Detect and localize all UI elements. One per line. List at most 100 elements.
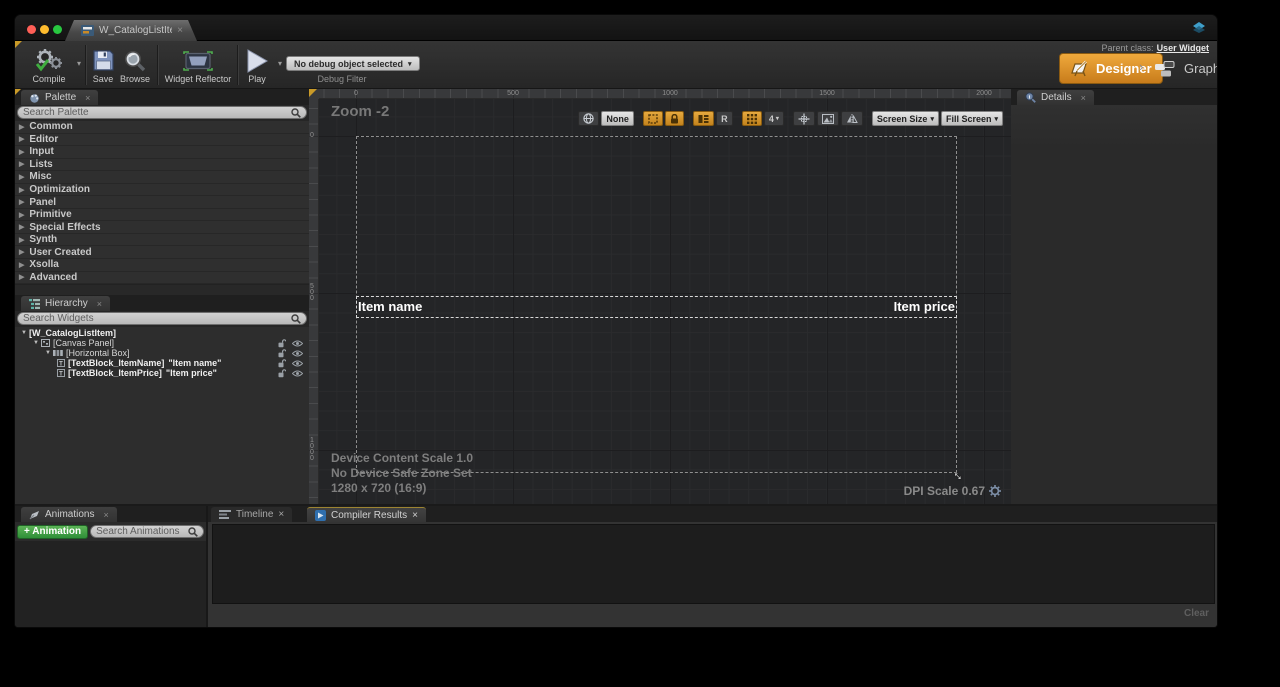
raw-edit-toggle-button[interactable]: R [716,111,733,126]
palette-tab-close-icon[interactable]: × [85,93,90,103]
details-tab-close-icon[interactable]: × [1081,93,1086,103]
palette-category[interactable]: ▶Special Effects [15,221,309,234]
transform-mode-button[interactable] [793,111,815,126]
details-tab[interactable]: i Details × [1017,90,1094,105]
palette-category[interactable]: ▶Panel [15,196,309,209]
fill-screen-dropdown[interactable]: Fill Screen▾ [941,111,1003,126]
palette-category[interactable]: ▶Advanced [15,272,309,285]
asset-tab[interactable]: W_CatalogListItem × [65,20,197,41]
expander-arrow-icon[interactable]: ▶ [19,173,24,181]
expander-arrow-icon[interactable]: ▶ [19,223,24,231]
zoom-window-button[interactable] [53,25,62,34]
item-price-textblock[interactable]: Item price [894,296,955,318]
expander-arrow-icon[interactable]: ▼ [33,340,39,346]
palette-category[interactable]: ▶Optimization [15,184,309,197]
respect-locks-button[interactable] [693,111,714,126]
hierarchy-tab-close-icon[interactable]: × [97,299,102,309]
mirror-flip-button[interactable] [841,111,863,126]
expander-arrow-icon[interactable]: ▶ [19,261,24,269]
expander-arrow-icon[interactable]: ▶ [19,160,24,168]
compiler-results-log[interactable] [212,524,1215,604]
palette-category[interactable]: ▶User Created [15,246,309,259]
play-button[interactable]: Play [241,47,273,84]
source-control-icon[interactable] [1193,22,1205,33]
dpi-settings-gear-icon[interactable] [989,485,1001,497]
flag-dropdown-button[interactable]: None [601,111,634,126]
palette-category[interactable]: ▶Misc [15,171,309,184]
compile-button[interactable]: Compile [23,47,75,84]
play-options-caret-icon[interactable]: ▾ [278,59,282,68]
designer-mode-button[interactable]: Designer [1059,53,1163,84]
design-viewport[interactable]: Zoom -2 Item name Item price Device Cont… [319,99,1011,504]
debug-object-dropdown[interactable]: No debug object selected ▾ [286,56,420,71]
item-name-textblock[interactable]: Item name [358,296,422,318]
grid-snap-toggle-button[interactable] [742,111,762,126]
palette-category[interactable]: ▶Xsolla [15,259,309,272]
expander-arrow-icon[interactable]: ▶ [19,148,24,156]
browse-button[interactable]: Browse [118,47,152,84]
clear-log-button[interactable]: Clear [1184,608,1209,619]
timeline-tab[interactable]: Timeline × [211,507,292,522]
preview-background-button[interactable] [817,111,839,126]
timeline-tab-close-icon[interactable]: × [278,509,284,520]
expander-arrow-icon[interactable]: ▶ [19,236,24,244]
graph-mode-button[interactable]: Graph [1151,55,1218,82]
localization-preview-button[interactable] [578,111,599,126]
animations-tab[interactable]: Animations × [21,507,117,522]
expander-arrow-icon[interactable]: ▶ [19,198,24,206]
expander-arrow-icon[interactable]: ▶ [19,123,24,131]
palette-category[interactable]: ▶Editor [15,134,309,147]
hierarchy-tree-row[interactable]: ▼[W_CatalogListItem] [15,328,309,338]
mode-separator-chevron-icon: › [1139,59,1143,74]
expander-arrow-icon[interactable]: ▼ [21,330,27,336]
svg-text:T: T [59,361,63,367]
screen-size-dropdown[interactable]: Screen Size▾ [872,111,939,126]
visibility-eye-icon[interactable] [292,340,303,347]
asset-tab-close-icon[interactable]: × [177,25,183,36]
palette-category[interactable]: ▶Primitive [15,209,309,222]
minimize-window-button[interactable] [40,25,49,34]
hierarchy-search-input[interactable]: Search Widgets [17,312,307,325]
palette-search-input[interactable]: Search Palette [17,106,307,119]
compiler-results-tab-close-icon[interactable]: × [412,510,418,521]
widget-reflector-button[interactable]: Widget Reflector [161,47,235,84]
compiler-results-tab[interactable]: Compiler Results × [307,507,426,522]
text-widget-icon: T [57,359,65,367]
parent-class-link[interactable]: User Widget [1157,43,1209,53]
hierarchy-tree-row[interactable]: ▼[Canvas Panel] [15,338,309,348]
palette-category[interactable]: ▶Common [15,121,309,134]
expander-arrow-icon[interactable]: ▼ [45,350,51,356]
lock-icon[interactable] [278,349,286,358]
expander-arrow-icon[interactable]: ▶ [19,273,24,281]
animations-tab-close-icon[interactable]: × [103,510,108,520]
expander-arrow-icon[interactable]: ▶ [19,186,24,194]
visibility-eye-icon[interactable] [292,370,303,377]
lock-widget-button[interactable] [665,111,684,126]
hierarchy-tree-row[interactable]: T[TextBlock_ItemName]"Item name" [15,358,309,368]
expander-arrow-icon[interactable]: ▶ [19,135,24,143]
lock-icon[interactable] [278,369,286,378]
lock-icon[interactable] [278,339,286,348]
visibility-eye-icon[interactable] [292,350,303,357]
palette-category[interactable]: ▶Lists [15,159,309,172]
horizontal-box-widget[interactable]: Item name Item price [356,296,957,318]
hierarchy-tree-row[interactable]: ▼[Horizontal Box] [15,348,309,358]
hierarchy-tree-row[interactable]: T[TextBlock_ItemPrice]"Item price" [15,368,309,378]
save-button[interactable]: Save [89,47,117,84]
expander-arrow-icon[interactable]: ▶ [19,211,24,219]
palette-category[interactable]: ▶Synth [15,234,309,247]
canvas-toolbar: None R [578,111,1003,126]
close-window-button[interactable] [27,25,36,34]
palette-tab[interactable]: Palette × [21,90,98,105]
visibility-eye-icon[interactable] [292,360,303,367]
compile-options-caret-icon[interactable]: ▾ [77,59,81,68]
lock-icon[interactable] [278,359,286,368]
grid-snap-size-dropdown[interactable]: 4▾ [764,111,784,126]
add-animation-button[interactable]: + Animation [17,525,88,539]
main-toolbar: Parent class:User Widget Compile ▾ Save [15,41,1217,89]
animations-search-input[interactable]: Search Animations [90,525,204,538]
palette-category[interactable]: ▶Input [15,146,309,159]
outline-toggle-button[interactable] [643,111,663,126]
expander-arrow-icon[interactable]: ▶ [19,248,24,256]
hierarchy-tab[interactable]: Hierarchy × [21,296,110,311]
